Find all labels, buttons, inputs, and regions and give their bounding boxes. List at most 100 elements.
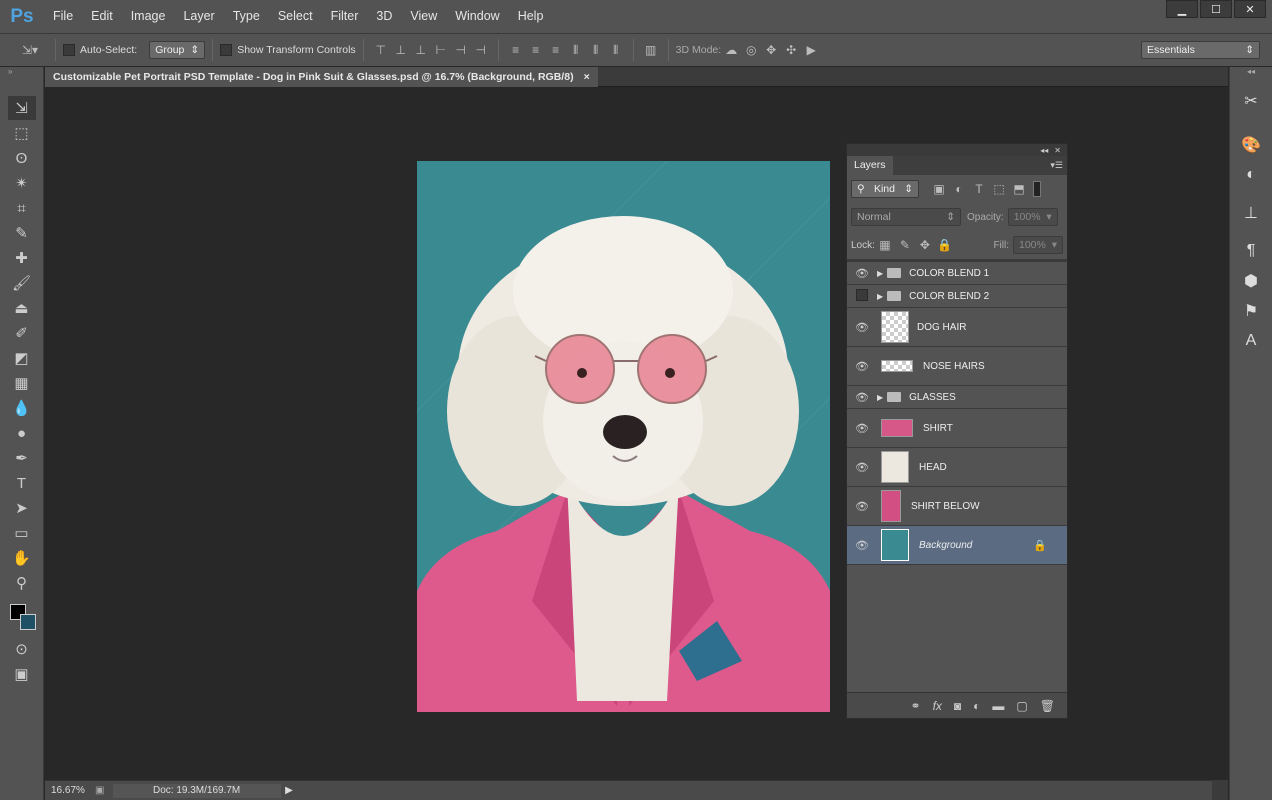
layer-row[interactable]: ▶ COLOR BLEND 2 xyxy=(847,285,1067,308)
magic-wand-tool-icon[interactable]: ✴ xyxy=(8,171,36,195)
tool-presets-icon[interactable]: ✂ xyxy=(1236,87,1266,115)
document-image[interactable] xyxy=(417,161,830,712)
menu-3d[interactable]: 3D xyxy=(367,0,401,33)
visibility-box[interactable] xyxy=(856,288,868,301)
scrollbar[interactable] xyxy=(1212,780,1228,800)
lock-transparent-icon[interactable]: ▦ xyxy=(875,238,895,252)
menu-filter[interactable]: Filter xyxy=(322,0,368,33)
visibility-eye-icon[interactable]: 👁 xyxy=(847,422,877,435)
align-bottom-icon[interactable]: ⊥ xyxy=(411,43,431,57)
maximize-button[interactable]: ☐ xyxy=(1200,0,1232,18)
align-right-icon[interactable]: ⊣ xyxy=(471,43,491,57)
expand-arrow-icon[interactable]: ▶ xyxy=(877,393,883,402)
checkbox-box[interactable] xyxy=(63,44,75,56)
menu-select[interactable]: Select xyxy=(269,0,322,33)
status-info-icon[interactable]: ▣ xyxy=(95,785,113,796)
background-color-swatch[interactable] xyxy=(20,614,36,630)
lock-all-icon[interactable]: 🔒 xyxy=(935,238,955,252)
workspace-dropdown[interactable]: Essentials ⇕ xyxy=(1141,41,1260,59)
auto-select-checkbox[interactable]: Auto-Select: xyxy=(63,44,137,56)
expand-arrow-icon[interactable]: ▶ xyxy=(877,292,883,301)
opacity-field[interactable]: 100% ▾ xyxy=(1007,208,1058,226)
document-tab[interactable]: Customizable Pet Portrait PSD Template -… xyxy=(45,67,598,87)
transform-controls-checkbox[interactable]: Show Transform Controls xyxy=(220,44,356,56)
shape-tool-icon[interactable]: ▭ xyxy=(8,521,36,545)
checkbox-box[interactable] xyxy=(220,44,233,56)
3d-drag-icon[interactable]: ✥ xyxy=(761,43,781,57)
healing-brush-tool-icon[interactable]: ✚ xyxy=(8,246,36,270)
layer-row[interactable]: 👁 NOSE HAIRS xyxy=(847,347,1067,386)
clone-stamp-tool-icon[interactable]: ⏏ xyxy=(8,296,36,320)
new-adjustment-icon[interactable]: ◐ xyxy=(973,699,980,713)
lock-pixels-icon[interactable]: ✎ xyxy=(895,238,915,252)
minimize-button[interactable]: ▁ xyxy=(1166,0,1198,18)
align-top-icon[interactable]: ⊤ xyxy=(371,43,391,57)
distribute-vcenter-icon[interactable]: ≡ xyxy=(526,43,546,57)
paragraph-icon[interactable]: ¶ xyxy=(1236,237,1266,265)
fx-icon[interactable]: fx xyxy=(933,699,942,713)
filter-pixel-icon[interactable]: ▣ xyxy=(929,182,949,196)
menu-edit[interactable]: Edit xyxy=(82,0,122,33)
move-tool-icon[interactable]: ⇲▾ xyxy=(12,43,48,57)
zoom-level[interactable]: 16.67% xyxy=(45,785,95,796)
pen-tool-icon[interactable]: ✒ xyxy=(8,446,36,470)
visibility-eye-icon[interactable]: 👁 xyxy=(847,267,877,280)
gradient-tool-icon[interactable]: ▦ xyxy=(8,371,36,395)
layer-row[interactable]: 👁 SHIRT xyxy=(847,409,1067,448)
distribute-left-icon[interactable]: ⫴ xyxy=(566,43,586,58)
layer-row[interactable]: 👁 SHIRT BELOW xyxy=(847,487,1067,526)
menu-layer[interactable]: Layer xyxy=(174,0,223,33)
menu-type[interactable]: Type xyxy=(224,0,269,33)
panel-menu-icon[interactable]: ▾☰ xyxy=(1050,156,1063,175)
menu-window[interactable]: Window xyxy=(446,0,508,33)
crop-tool-icon[interactable]: ⌗ xyxy=(8,196,36,220)
fill-field[interactable]: 100% ▾ xyxy=(1013,236,1063,254)
visibility-eye-icon[interactable]: 👁 xyxy=(847,539,877,552)
zoom-tool-icon[interactable]: ⚲ xyxy=(8,571,36,595)
marquee-tool-icon[interactable]: ⬚ xyxy=(8,121,36,145)
hand-tool-icon[interactable]: ✋ xyxy=(8,546,36,570)
history-brush-tool-icon[interactable]: ✐ xyxy=(8,321,36,345)
tab-layers[interactable]: Layers xyxy=(847,156,893,175)
3d-scale-icon[interactable]: ▶ xyxy=(801,43,821,57)
3d-icon[interactable]: ⬢ xyxy=(1236,267,1266,295)
move-tool-icon[interactable]: ⇲ xyxy=(7,96,36,120)
brush-tool-icon[interactable]: 🖌 xyxy=(8,271,36,295)
3d-rotate-icon[interactable]: ☁ xyxy=(721,43,741,57)
eyedropper-tool-icon[interactable]: ✎ xyxy=(8,221,36,245)
collapse-icon[interactable]: ◂◂ xyxy=(1230,67,1272,77)
collapse-icon[interactable]: » xyxy=(0,67,43,77)
path-selection-tool-icon[interactable]: ➤ xyxy=(8,496,36,520)
close-panel-icon[interactable]: ✕ xyxy=(1054,146,1061,155)
filter-type-icon[interactable]: T xyxy=(969,182,989,196)
screen-mode-icon[interactable]: ▣ xyxy=(8,662,36,686)
menu-image[interactable]: Image xyxy=(122,0,175,33)
lock-position-icon[interactable]: ✥ xyxy=(915,238,935,252)
swatches-icon[interactable]: 🎨 xyxy=(1236,131,1266,159)
blend-mode-dropdown[interactable]: Normal ⇕ xyxy=(851,208,961,226)
filter-smart-object-icon[interactable]: ⬒ xyxy=(1009,182,1029,196)
layer-row[interactable]: 👁 HEAD xyxy=(847,448,1067,487)
align-left-icon[interactable]: ⊢ xyxy=(431,43,451,57)
align-hcenter-icon[interactable]: ⊣ xyxy=(451,43,471,57)
filter-toggle[interactable] xyxy=(1033,181,1041,197)
menu-help[interactable]: Help xyxy=(509,0,553,33)
blur-tool-icon[interactable]: 💧 xyxy=(8,396,36,420)
layer-row[interactable]: 👁 ▶ GLASSES xyxy=(847,386,1067,409)
quick-mask-icon[interactable]: ⊙ xyxy=(8,637,36,661)
new-group-icon[interactable]: ▬ xyxy=(992,699,1004,713)
filter-adjustment-icon[interactable]: ◐ xyxy=(949,182,969,196)
lasso-tool-icon[interactable]: ʘ xyxy=(8,146,36,170)
align-vcenter-icon[interactable]: ⊥ xyxy=(391,43,411,57)
link-layers-icon[interactable]: ⚭ xyxy=(911,699,921,713)
close-button[interactable]: ✕ xyxy=(1234,0,1266,18)
distribute-right-icon[interactable]: ⫴ xyxy=(606,43,626,58)
layer-row[interactable]: 👁 DOG HAIR xyxy=(847,308,1067,347)
menu-file[interactable]: File xyxy=(44,0,82,33)
eraser-tool-icon[interactable]: ◩ xyxy=(8,346,36,370)
visibility-eye-icon[interactable]: 👁 xyxy=(847,461,877,474)
layer-row-selected[interactable]: 👁 Background 🔒 xyxy=(847,526,1067,565)
collapse-panel-icon[interactable]: ◂◂ xyxy=(1040,146,1048,155)
3d-roll-icon[interactable]: ◎ xyxy=(741,43,761,57)
visibility-eye-icon[interactable]: 👁 xyxy=(847,500,877,513)
